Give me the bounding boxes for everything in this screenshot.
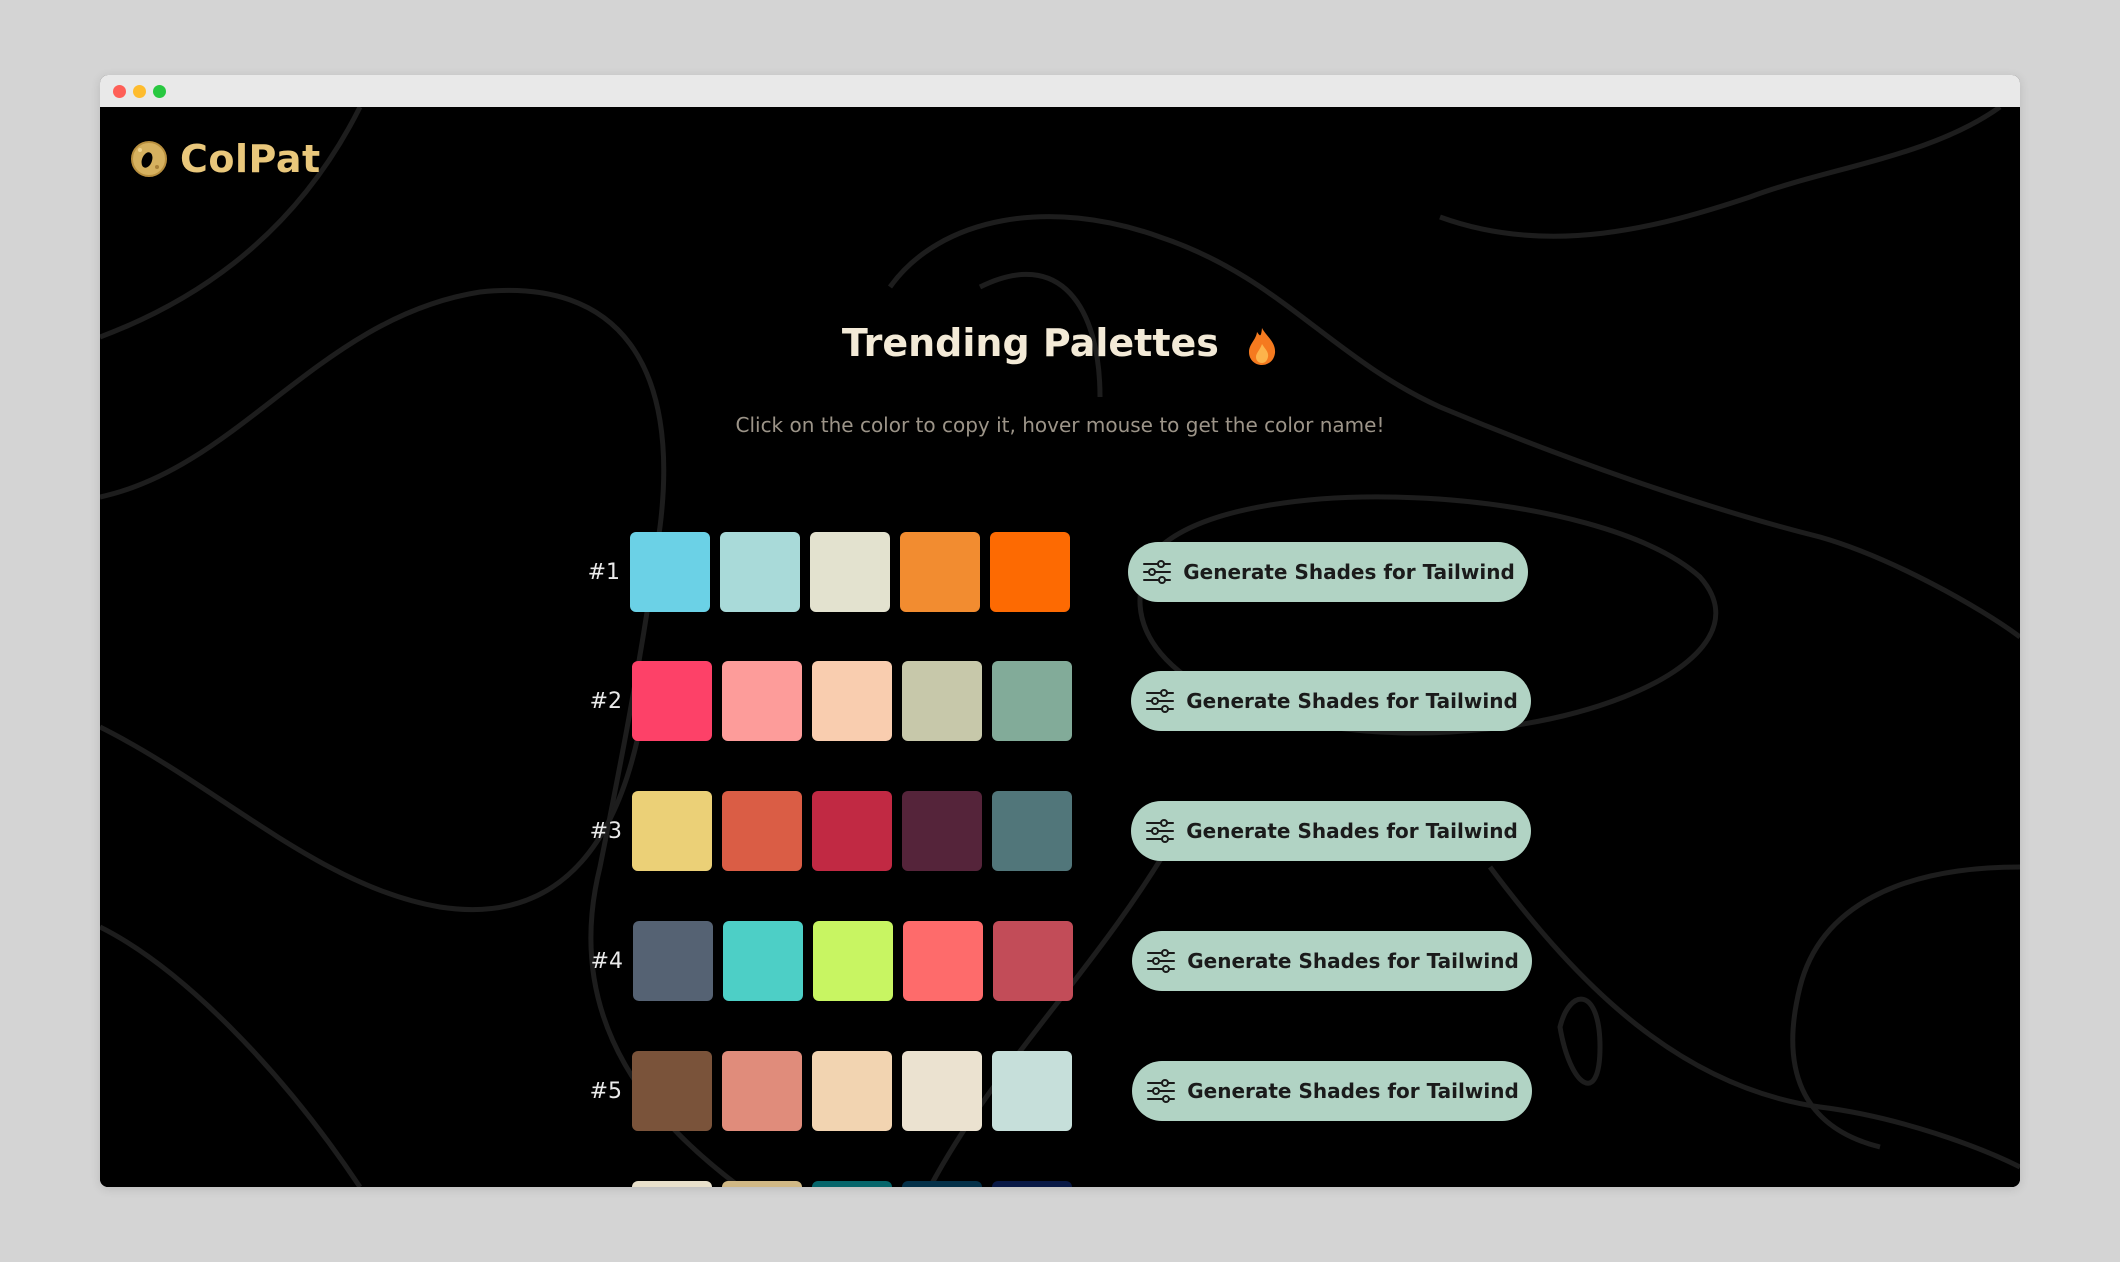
color-swatch[interactable]	[992, 661, 1072, 741]
color-swatch[interactable]	[900, 532, 980, 612]
color-swatch[interactable]	[810, 532, 890, 612]
palette-list: #1 Generate Shades for Tailwind #2 Generate…	[100, 107, 2020, 1187]
palette-rank-label: #2	[589, 688, 622, 714]
color-swatch[interactable]	[720, 532, 800, 612]
color-swatch[interactable]	[632, 661, 712, 741]
color-swatch[interactable]	[902, 791, 982, 871]
generate-shades-button[interactable]: Generate Shades for Tailwind	[1131, 801, 1531, 861]
color-swatch[interactable]	[632, 1051, 712, 1131]
color-swatch[interactable]	[632, 791, 712, 871]
color-swatch[interactable]	[813, 921, 893, 1001]
color-swatch[interactable]	[632, 1181, 712, 1187]
palette-row: #2	[588, 661, 1072, 741]
color-swatch[interactable]	[992, 1051, 1072, 1131]
window-titlebar	[100, 75, 2020, 107]
maximize-window-button[interactable]	[153, 85, 166, 98]
sliders-icon	[1145, 945, 1177, 977]
sliders-icon	[1144, 685, 1176, 717]
palette-row: #5	[588, 1051, 1072, 1131]
color-swatch[interactable]	[812, 1181, 892, 1187]
color-swatch[interactable]	[722, 661, 802, 741]
palette-rank-label: #3	[589, 818, 622, 844]
color-swatch[interactable]	[903, 921, 983, 1001]
generate-shades-label: Generate Shades for Tailwind	[1187, 949, 1519, 973]
minimize-window-button[interactable]	[133, 85, 146, 98]
color-swatch[interactable]	[722, 1051, 802, 1131]
palette-row: #3	[588, 791, 1072, 871]
generate-shades-label: Generate Shades for Tailwind	[1186, 819, 1518, 843]
browser-window: ColPat Trending Palettes Click on the co…	[100, 75, 2020, 1187]
sliders-icon	[1144, 815, 1176, 847]
color-swatch[interactable]	[630, 532, 710, 612]
color-swatch[interactable]	[990, 532, 1070, 612]
generate-shades-label: Generate Shades for Tailwind	[1187, 1079, 1519, 1103]
palette-rank-label: #4	[590, 948, 623, 974]
sliders-icon	[1145, 1075, 1177, 1107]
palette-rank-label: #5	[589, 1078, 622, 1104]
palette-row: #1	[586, 532, 1070, 612]
generate-shades-button[interactable]: Generate Shades for Tailwind	[1131, 671, 1531, 731]
close-window-button[interactable]	[113, 85, 126, 98]
palette-row: #6	[588, 1181, 1072, 1187]
color-swatch[interactable]	[722, 1181, 802, 1187]
generate-shades-label: Generate Shades for Tailwind	[1183, 560, 1515, 584]
color-swatch[interactable]	[723, 921, 803, 1001]
palette-rank-label: #1	[587, 559, 620, 585]
color-swatch[interactable]	[812, 1051, 892, 1131]
sliders-icon	[1141, 556, 1173, 588]
color-swatch[interactable]	[993, 921, 1073, 1001]
color-swatch[interactable]	[902, 1181, 982, 1187]
color-swatch[interactable]	[812, 661, 892, 741]
palette-row: #4	[589, 921, 1073, 1001]
generate-shades-button[interactable]: Generate Shades for Tailwind	[1132, 1061, 1532, 1121]
generate-shades-button[interactable]: Generate Shades for Tailwind	[1128, 542, 1528, 602]
color-swatch[interactable]	[902, 1051, 982, 1131]
generate-shades-button[interactable]: Generate Shades for Tailwind	[1132, 931, 1532, 991]
color-swatch[interactable]	[992, 1181, 1072, 1187]
page-viewport: ColPat Trending Palettes Click on the co…	[100, 107, 2020, 1187]
color-swatch[interactable]	[722, 791, 802, 871]
color-swatch[interactable]	[633, 921, 713, 1001]
color-swatch[interactable]	[992, 791, 1072, 871]
color-swatch[interactable]	[902, 661, 982, 741]
generate-shades-label: Generate Shades for Tailwind	[1186, 689, 1518, 713]
color-swatch[interactable]	[812, 791, 892, 871]
